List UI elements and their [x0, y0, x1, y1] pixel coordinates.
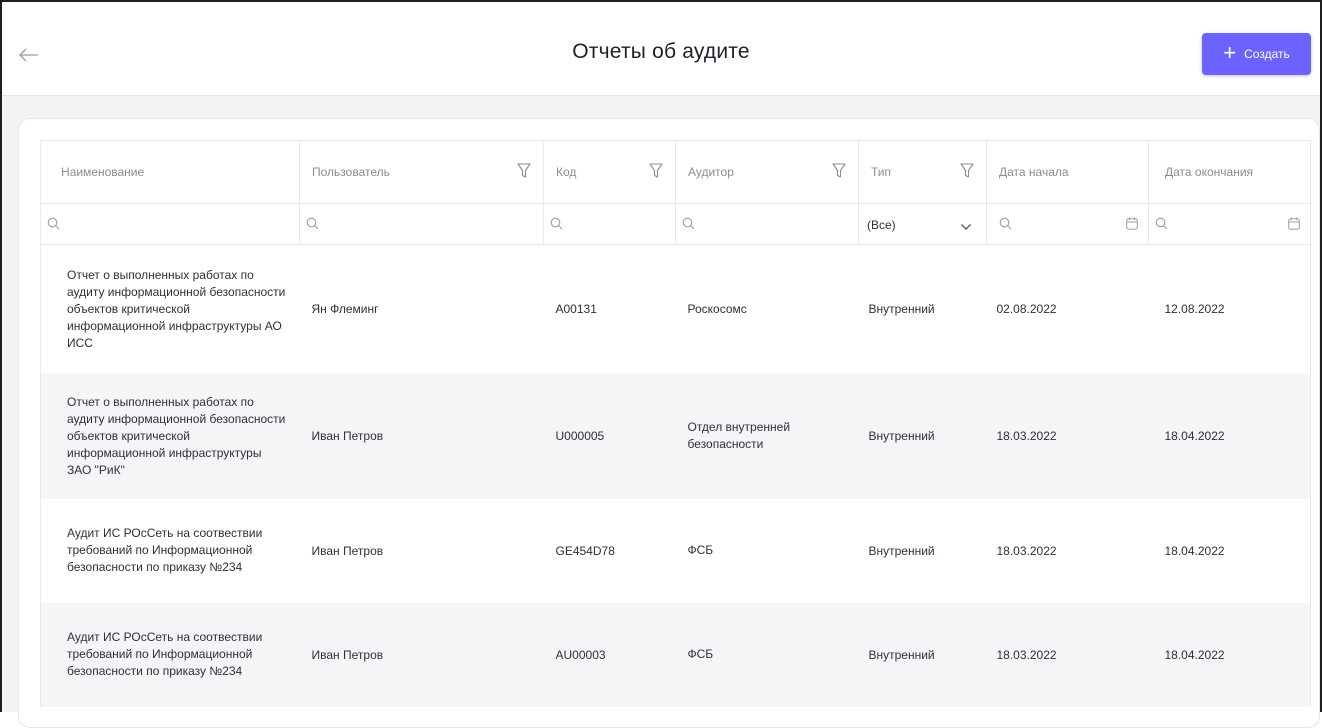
code-search-input[interactable]	[543, 203, 676, 245]
table-row[interactable]: Аудит ИС РОсСеть на соотвествии требован…	[40, 602, 1311, 707]
cell-end-date: 12.08.2022	[1148, 244, 1311, 374]
name-search-input[interactable]	[40, 203, 300, 245]
cell-code: A00131	[555, 302, 597, 317]
page-title: Отчеты об аудите	[572, 40, 750, 63]
cell-start-date: 02.08.2022	[996, 302, 1057, 317]
calendar-icon[interactable]	[1126, 217, 1138, 230]
cell-name: Отчет о выполненных работах по аудиту ин…	[40, 244, 300, 374]
chevron-down-icon[interactable]	[960, 220, 972, 230]
column-label: Наименование	[61, 165, 145, 179]
end-date-search-input[interactable]	[1148, 203, 1311, 245]
search-field[interactable]	[1149, 204, 1310, 244]
cell-auditor: Отдел внутренней безопасности	[675, 373, 859, 499]
cell-name: Аудит ИС РОсСеть на соотвествии требован…	[40, 602, 300, 707]
cell-type: Внутренний	[868, 302, 935, 317]
app-window: Отчеты об аудите + Создать Наименование …	[0, 0, 1322, 728]
search-field[interactable]	[676, 204, 858, 244]
table-header-row: Наименование Пользователь Код Аудитор Ти…	[40, 140, 1311, 204]
auditor-search-input[interactable]	[675, 203, 859, 245]
page-header: Отчеты об аудите + Создать	[2, 2, 1320, 96]
table-filter-row: (Все)	[40, 203, 1311, 245]
cell-start-date: 18.03.2022	[986, 373, 1149, 499]
create-button-label: Создать	[1244, 47, 1290, 61]
cell-start-date: 18.03.2022	[996, 543, 1057, 558]
column-label: Аудитор	[688, 165, 734, 179]
cell-type: Внутренний	[868, 543, 935, 558]
column-label: Пользователь	[312, 165, 390, 179]
cell-auditor: ФСБ	[687, 543, 714, 557]
column-header-type[interactable]: Тип	[858, 140, 987, 204]
column-header-user[interactable]: Пользователь	[299, 140, 544, 204]
audit-reports-table: Наименование Пользователь Код Аудитор Ти…	[40, 140, 1311, 707]
type-filter-select[interactable]: (Все)	[858, 203, 987, 245]
cell-user: Иван Петров	[311, 543, 384, 558]
column-header-end-date[interactable]: Дата окончания	[1148, 140, 1311, 204]
cell-auditor: ФСБ	[675, 602, 859, 707]
cell-start-date: 18.03.2022	[986, 602, 1149, 707]
cell-name: Аудит ИС РОсСеть на соотвествии требован…	[40, 498, 300, 603]
column-label: Дата начала	[999, 165, 1069, 179]
search-icon	[306, 217, 319, 230]
plus-icon: +	[1223, 40, 1237, 65]
cell-auditor: Роскосомс	[687, 301, 747, 316]
column-header-start-date[interactable]: Дата начала	[986, 140, 1149, 204]
search-field[interactable]	[544, 204, 675, 244]
column-header-name[interactable]: Наименование	[40, 140, 300, 204]
cell-name: Отчет о выполненных работах по аудиту ин…	[40, 373, 300, 499]
calendar-icon[interactable]	[1288, 217, 1300, 230]
column-header-auditor[interactable]: Аудитор	[675, 140, 859, 204]
filter-icon[interactable]	[960, 163, 974, 179]
search-field[interactable]	[300, 204, 543, 244]
search-icon	[47, 217, 60, 230]
cell-code: GE454D78	[555, 543, 615, 558]
column-label: Код	[556, 165, 577, 179]
table-row[interactable]: Отчет о выполненных работах по аудиту ин…	[40, 244, 1311, 374]
column-header-code[interactable]: Код	[543, 140, 676, 204]
cell-code: U000005	[543, 373, 676, 499]
cell-type: Внутренний	[858, 602, 987, 707]
start-date-search-input[interactable]	[986, 203, 1149, 245]
type-filter-value: (Все)	[867, 218, 896, 232]
cell-end-date: 18.04.2022	[1148, 602, 1311, 707]
create-button[interactable]: + Создать	[1202, 33, 1311, 75]
filter-icon[interactable]	[517, 163, 531, 179]
search-icon	[999, 217, 1012, 230]
user-search-input[interactable]	[299, 203, 544, 245]
search-icon	[682, 217, 695, 230]
search-icon	[550, 217, 563, 230]
filter-icon[interactable]	[649, 163, 663, 179]
cell-code: AU00003	[543, 602, 676, 707]
cell-type: Внутренний	[858, 373, 987, 499]
column-label: Тип	[871, 165, 892, 179]
cell-end-date: 18.04.2022	[1148, 498, 1311, 603]
column-label: Дата окончания	[1165, 165, 1254, 179]
filter-icon[interactable]	[832, 163, 846, 179]
cell-user: Иван Петров	[299, 373, 544, 499]
search-field[interactable]	[41, 204, 299, 244]
table-row[interactable]: Отчет о выполненных работах по аудиту ин…	[40, 373, 1311, 499]
table-row[interactable]: Аудит ИС РОсСеть на соотвествии требован…	[40, 498, 1311, 603]
cell-user: Ян Флеминг	[311, 302, 379, 317]
search-icon	[1155, 217, 1168, 230]
cell-end-date: 18.04.2022	[1148, 373, 1311, 499]
cell-user: Иван Петров	[299, 602, 544, 707]
